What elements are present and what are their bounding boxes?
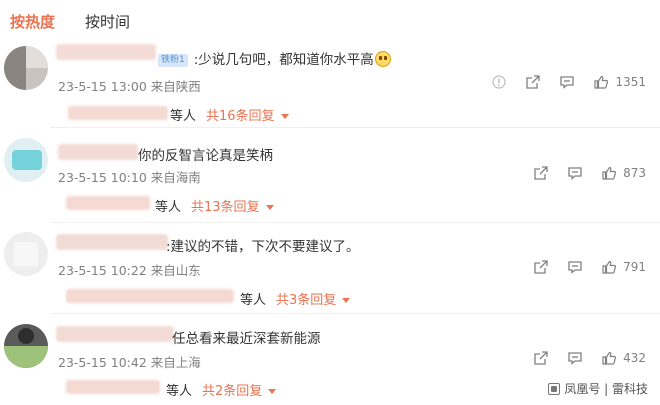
- forward-button[interactable]: [533, 259, 549, 275]
- like-count: 1351: [615, 75, 646, 89]
- reply-summary: 等人 共2条回复: [166, 380, 277, 399]
- phoenix-logo-icon: [548, 382, 561, 395]
- replier-name-blurred: [66, 196, 150, 210]
- replier-name-blurred: [68, 106, 168, 120]
- replier-name-blurred: [66, 289, 234, 303]
- comment-item: :建议的不错，下次不要建议了。 23-5-15 10:22 来自山东 791 等…: [0, 226, 660, 318]
- username-blurred[interactable]: [56, 44, 156, 60]
- sort-tabs: 按热度 按时间: [10, 9, 160, 33]
- comment-location: 来自山东: [150, 263, 201, 278]
- like-count: 432: [623, 351, 646, 365]
- comment-actions: 791: [515, 259, 646, 275]
- username-blurred[interactable]: [56, 234, 168, 250]
- caret-down-icon: [268, 389, 277, 394]
- smile-emoji-icon: [374, 51, 391, 67]
- divider: [50, 127, 660, 128]
- username-blurred[interactable]: [58, 144, 138, 160]
- comment-icon: [568, 167, 582, 180]
- view-replies-link[interactable]: 共2条回复: [202, 384, 277, 399]
- comment-meta: 23-5-15 13:00 来自陕西: [58, 76, 201, 95]
- comment-button[interactable]: [559, 74, 575, 90]
- thumbs-up-icon: [602, 260, 617, 274]
- fan-badge: 铁粉1: [158, 54, 188, 67]
- like-button[interactable]: 432: [601, 350, 646, 366]
- view-replies-link[interactable]: 共16条回复: [206, 109, 289, 124]
- replier-name-blurred: [66, 380, 160, 394]
- comment-icon: [560, 76, 575, 89]
- comment-location: 来自上海: [150, 355, 201, 370]
- comment-actions: 432: [515, 350, 646, 366]
- username-blurred[interactable]: [56, 326, 174, 342]
- comment-icon: [568, 261, 582, 274]
- reply-summary: 等人 共16条回复: [170, 105, 289, 124]
- view-replies-link[interactable]: 共3条回复: [276, 293, 351, 308]
- comment-button[interactable]: [567, 259, 583, 275]
- comment-date: 23-5-15 10:22: [58, 263, 147, 278]
- watermark-text: 凤凰号 | 雷科技: [564, 382, 648, 396]
- like-count: 873: [623, 166, 646, 180]
- share-icon: [526, 75, 541, 89]
- comment-meta: 23-5-15 10:42 来自上海: [58, 352, 201, 371]
- comment-item: 你的反智言论真是笑柄 23-5-15 10:10 来自海南 873 等人 共13条…: [0, 132, 660, 224]
- tab-hot[interactable]: 按热度: [10, 11, 55, 32]
- comment-button[interactable]: [567, 350, 583, 366]
- divider: [50, 313, 660, 314]
- report-icon: [492, 75, 507, 89]
- comment-text: :建议的不错，下次不要建议了。: [166, 239, 360, 255]
- comment-actions: 873: [515, 165, 646, 181]
- share-icon: [534, 260, 548, 274]
- comment-meta: 23-5-15 10:22 来自山东: [58, 260, 201, 279]
- forward-button[interactable]: [533, 350, 549, 366]
- reply-summary: 等人 共3条回复: [240, 289, 351, 308]
- tab-time[interactable]: 按时间: [85, 11, 130, 32]
- caret-down-icon: [280, 114, 289, 119]
- comment-item: 铁粉1:少说几句吧，都知道你水平高 23-5-15 13:00 来自陕西 135…: [0, 38, 660, 133]
- comment-button[interactable]: [567, 165, 583, 181]
- view-replies-link[interactable]: 共13条回复: [191, 200, 274, 215]
- comment-actions: 1351: [473, 74, 646, 90]
- reply-summary: 等人 共13条回复: [155, 196, 274, 215]
- thumbs-up-icon: [602, 166, 617, 180]
- avatar[interactable]: [4, 46, 48, 90]
- comment-text: 任总看来最近深套新能源: [172, 331, 321, 347]
- thumbs-up-icon: [594, 75, 609, 89]
- report-button[interactable]: [491, 74, 507, 90]
- comment-text: 你的反智言论真是笑柄: [138, 148, 273, 164]
- divider: [50, 222, 660, 223]
- like-button[interactable]: 873: [601, 165, 646, 181]
- avatar[interactable]: [4, 324, 48, 368]
- share-icon: [534, 351, 548, 365]
- comment-icon: [568, 352, 582, 365]
- comment-date: 23-5-15 10:42: [58, 355, 147, 370]
- like-count: 791: [623, 260, 646, 274]
- comment-date: 23-5-15 10:10: [58, 170, 147, 185]
- like-button[interactable]: 791: [601, 259, 646, 275]
- comment-text: 铁粉1:少说几句吧，都知道你水平高: [158, 48, 391, 68]
- forward-button[interactable]: [533, 165, 549, 181]
- comment-location: 来自陕西: [150, 79, 201, 94]
- caret-down-icon: [342, 298, 351, 303]
- avatar[interactable]: [4, 232, 48, 276]
- share-icon: [534, 166, 548, 180]
- watermark: 凤凰号 | 雷科技: [548, 380, 648, 397]
- comment-date: 23-5-15 13:00: [58, 79, 147, 94]
- like-button[interactable]: 1351: [593, 74, 646, 90]
- avatar[interactable]: [4, 138, 48, 182]
- comment-location: 来自海南: [150, 170, 201, 185]
- thumbs-up-icon: [602, 351, 617, 365]
- forward-button[interactable]: [525, 74, 541, 90]
- caret-down-icon: [265, 205, 274, 210]
- comment-meta: 23-5-15 10:10 来自海南: [58, 167, 201, 186]
